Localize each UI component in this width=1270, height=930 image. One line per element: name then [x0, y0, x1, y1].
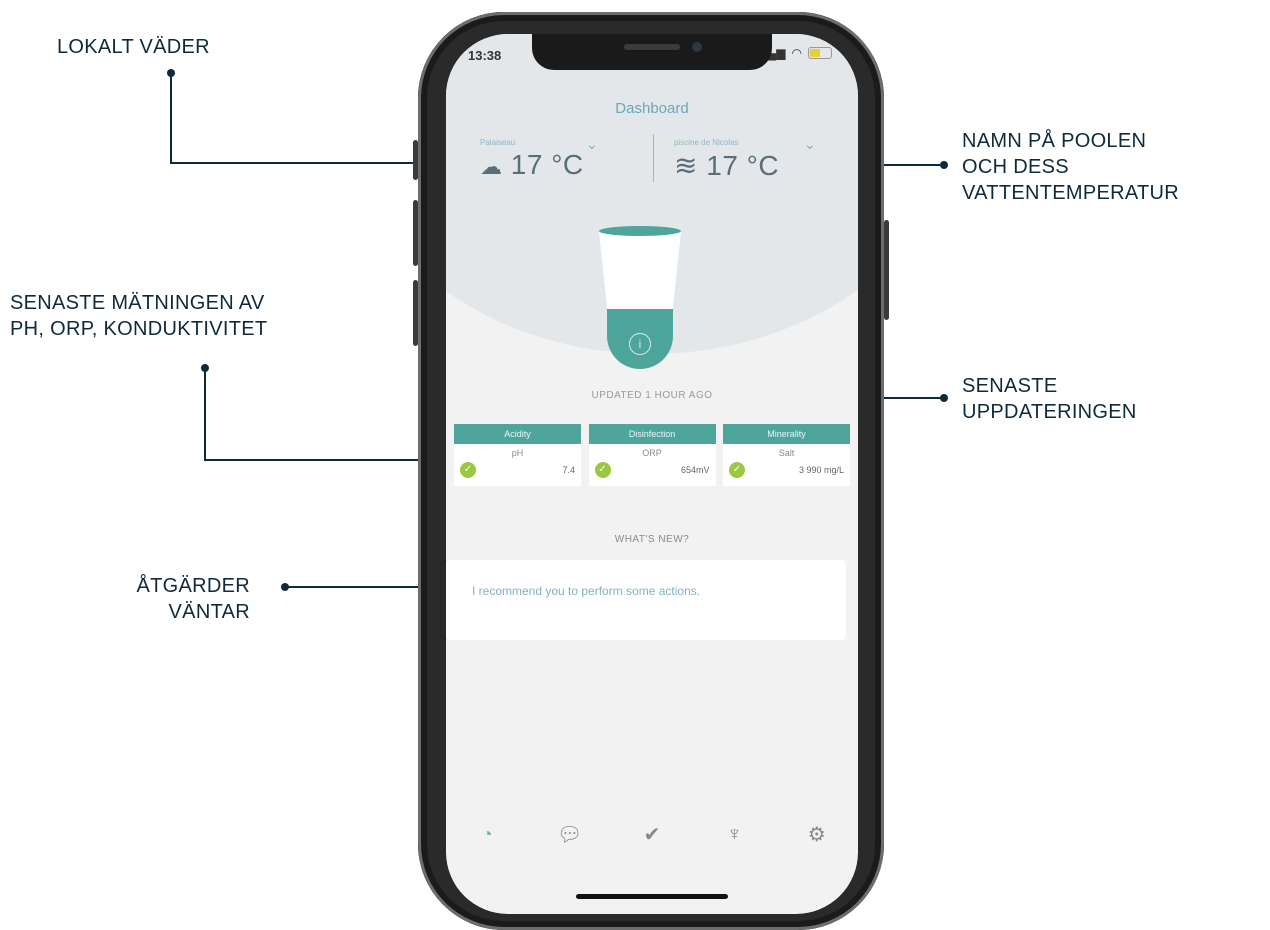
- tab-bar: ◔ 💬︎ ✔ ♆ ⚙: [446, 814, 858, 854]
- header-divider: [653, 134, 654, 182]
- annotation-text: PH, ORP, KONDUKTIVITET: [10, 318, 268, 340]
- status-time: 13:38: [468, 48, 502, 63]
- weather-temperature: ☁ 17 °C: [480, 149, 650, 181]
- card-header: Minerality: [723, 424, 850, 444]
- tab-chat[interactable]: 💬︎: [550, 819, 590, 849]
- side-button: [413, 200, 418, 266]
- card-header: Acidity: [454, 424, 581, 444]
- wifi-icon: ◠: [791, 46, 802, 60]
- measurement-cards: Acidity pH ✓ 7.4 Disinfection ORP ✓ 654m…: [454, 424, 850, 486]
- weather-temp-value: 17 °C: [510, 149, 584, 180]
- chevron-down-icon[interactable]: ⌄: [804, 136, 816, 153]
- pool-selector[interactable]: piscine de Nicolas ⌄ ≋ 17 °C: [674, 136, 844, 182]
- pool-temperature: ≋ 17 °C: [674, 149, 844, 182]
- sensor-cap: [599, 226, 681, 236]
- pool-name: piscine de Nicolas: [674, 138, 739, 147]
- notch: [532, 34, 772, 70]
- info-icon[interactable]: i: [629, 333, 651, 355]
- annotation-latest-update: SENASTE UPPDATERINGEN: [962, 373, 1137, 425]
- side-button: [413, 140, 418, 180]
- card-acidity[interactable]: Acidity pH ✓ 7.4: [454, 424, 581, 486]
- card-label: pH: [511, 448, 524, 458]
- annotation-text: ÅTGÄRDER: [136, 575, 250, 597]
- recommendation-card[interactable]: I recommend you to perform some actions.: [446, 560, 846, 640]
- card-value: 654mV: [680, 465, 710, 475]
- check-icon: ✓: [729, 462, 745, 478]
- water-waves-icon: ≋: [674, 150, 698, 181]
- lightbulb-icon: ♆: [726, 822, 742, 845]
- gauge-icon: ◔: [481, 823, 493, 844]
- annotation-local-weather: LOKALT VÄDER: [57, 34, 210, 60]
- pool-temp-value: 17 °C: [706, 150, 780, 181]
- cloud-rain-icon: ☁: [480, 154, 503, 179]
- tab-dashboard[interactable]: ◔: [467, 819, 507, 849]
- tab-settings[interactable]: ⚙: [797, 819, 837, 849]
- phone-screen: 13:38 ▂▄▆ ◠ Dashboard Palaiseau ⌄ ☁ 17 °…: [446, 34, 858, 914]
- weather-location: Palaiseau: [480, 138, 516, 147]
- annotation-text: SENASTE: [962, 375, 1058, 397]
- weather-selector[interactable]: Palaiseau ⌄ ☁ 17 °C: [480, 136, 650, 181]
- card-minerality[interactable]: Minerality Salt ✓ 3 990 mg/L: [723, 424, 850, 486]
- annotation-text: UPPDATERINGEN: [962, 401, 1137, 423]
- check-icon: ✓: [594, 462, 611, 478]
- tab-tips[interactable]: ♆: [714, 819, 754, 849]
- annotation-text: LOKALT VÄDER: [57, 36, 210, 58]
- annotation-text: VATTENTEMPERATUR: [962, 182, 1180, 204]
- card-value: 7.4: [562, 465, 575, 475]
- annotation-text: OCH DESS: [962, 156, 1069, 178]
- battery-icon: [808, 47, 832, 59]
- chat-icon: 💬︎: [556, 823, 583, 846]
- card-header: Disinfection: [588, 424, 716, 444]
- chevron-down-icon[interactable]: ⌄: [586, 136, 598, 153]
- check-icon: ✔: [643, 823, 661, 846]
- speaker: [624, 44, 680, 50]
- check-icon: ✓: [460, 462, 476, 478]
- whats-new-heading: WHAT'S NEW?: [614, 534, 690, 545]
- card-value: 3 990 mg/L: [798, 465, 844, 475]
- sensor-device[interactable]: i: [599, 226, 681, 382]
- sensor-body: [599, 231, 681, 309]
- tab-actions[interactable]: ✔: [632, 819, 672, 849]
- side-button: [884, 220, 889, 320]
- camera: [692, 42, 702, 52]
- gear-icon: ⚙: [807, 823, 826, 846]
- side-button: [413, 280, 418, 346]
- card-label: ORP: [642, 448, 662, 458]
- annotation-text: NAMN PÅ POOLEN: [962, 130, 1147, 152]
- annotation-latest-measurement: SENASTE MÄTNINGEN AV PH, ORP, KONDUKTIVI…: [10, 290, 267, 342]
- annotation-text: SENASTE MÄTNINGEN AV: [10, 292, 265, 314]
- card-disinfection[interactable]: Disinfection ORP ✓ 654mV: [588, 424, 716, 486]
- recommendation-text: I recommend you to perform some actions.: [472, 584, 701, 598]
- home-indicator[interactable]: [576, 894, 728, 899]
- annotation-actions-pending: ÅTGÄRDER VÄNTAR: [130, 573, 250, 625]
- last-updated: UPDATED 1 HOUR AGO: [591, 390, 713, 401]
- page-title: Dashboard: [615, 100, 689, 117]
- annotation-pool-name: NAMN PÅ POOLEN OCH DESS VATTENTEMPERATUR: [962, 128, 1179, 206]
- card-label: Salt: [778, 448, 795, 458]
- annotation-text: VÄNTAR: [168, 601, 250, 623]
